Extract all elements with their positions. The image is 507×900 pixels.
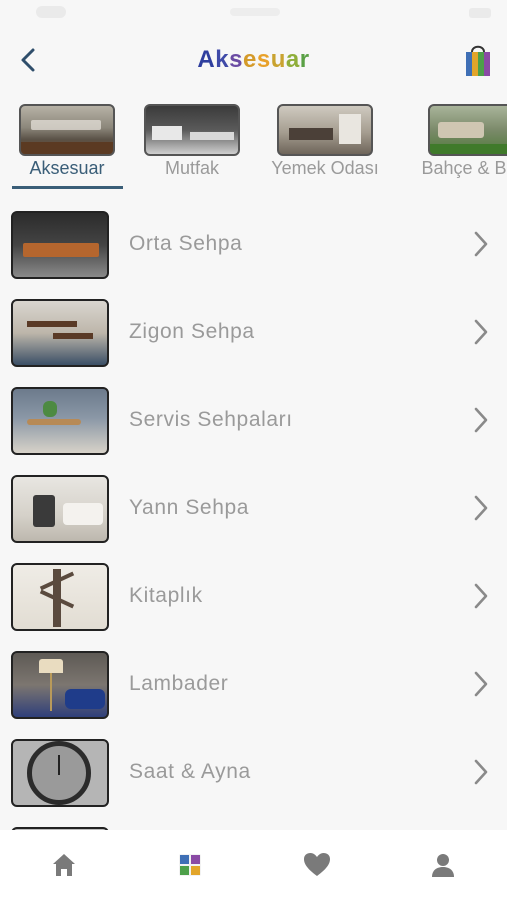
page-title: Aksesuar [0, 46, 507, 74]
battery-icon [469, 8, 491, 18]
home-icon [53, 854, 75, 876]
chevron-right-icon [474, 671, 488, 697]
list-item-servis-sehpalari[interactable]: Servis Sehpaları [0, 376, 507, 464]
profile-icon [432, 854, 454, 877]
categories-grid-icon [179, 854, 201, 876]
list-item-zigon-sehpa[interactable]: Zigon Sehpa [0, 288, 507, 376]
tab-yemek-odasi[interactable]: Yemek Odası [258, 100, 392, 179]
subcategory-list: Orta Sehpa Zigon Sehpa Servis Sehpaları … [0, 200, 507, 830]
cart-button[interactable] [463, 42, 493, 78]
category-thumbnail [428, 104, 507, 156]
chevron-right-icon [474, 583, 488, 609]
list-item-saat-ayna[interactable]: Saat & Ayna [0, 728, 507, 816]
item-label: Kitaplık [129, 584, 203, 607]
chevron-right-icon [474, 231, 488, 257]
status-center [230, 8, 280, 16]
category-thumbnail [144, 104, 240, 156]
chevron-right-icon [474, 495, 488, 521]
item-label: Servis Sehpaları [129, 408, 293, 431]
title-letter: s [229, 46, 243, 73]
tab-categories[interactable] [175, 850, 205, 880]
tab-label: Yemek Odası [271, 158, 379, 178]
tab-label: Mutfak [164, 158, 220, 178]
title-letter: s [256, 46, 271, 73]
tab-favorites[interactable] [302, 850, 332, 880]
heart-icon [304, 853, 330, 876]
list-item-lambader[interactable]: Lambader [0, 640, 507, 728]
category-thumbnail [19, 104, 115, 156]
tab-label: Aksesuar [29, 158, 105, 178]
item-thumbnail [11, 651, 109, 719]
category-thumbnail [277, 104, 373, 156]
item-thumbnail [11, 563, 109, 631]
bottom-tab-bar [0, 830, 507, 900]
list-item-kitaplik[interactable]: Kitaplık [0, 552, 507, 640]
item-thumbnail [11, 387, 109, 455]
category-tabs: Aksesuar Mutfak Yemek Odası Bahçe & Ba [0, 100, 507, 192]
title-letter: A [197, 46, 216, 73]
tab-profile[interactable] [428, 850, 458, 880]
tab-aksesuar[interactable]: Aksesuar [14, 100, 120, 179]
chevron-right-icon [474, 407, 488, 433]
tab-mutfak[interactable]: Mutfak [140, 100, 244, 179]
tab-label: Bahçe & Ba [421, 158, 507, 178]
item-label: Saat & Ayna [129, 760, 251, 783]
status-time [36, 6, 66, 18]
list-item-yann-sehpa[interactable]: Yann Sehpa [0, 464, 507, 552]
list-item-orta-sehpa[interactable]: Orta Sehpa [0, 200, 507, 288]
chevron-right-icon [474, 759, 488, 785]
item-thumbnail [11, 739, 109, 807]
title-letter: e [242, 46, 257, 73]
item-label: Zigon Sehpa [129, 320, 255, 343]
title-letter: a [285, 46, 300, 73]
title-letter: r [299, 46, 310, 73]
tab-bahce[interactable]: Bahçe & Ba [404, 100, 507, 179]
item-thumbnail [11, 211, 109, 279]
title-letter: k [215, 46, 230, 73]
item-thumbnail [11, 299, 109, 367]
title-letter: u [270, 46, 286, 73]
tab-home[interactable] [49, 850, 79, 880]
shopping-bag-icon [466, 45, 490, 76]
nav-header: Aksesuar [0, 36, 507, 86]
active-tab-indicator [12, 186, 123, 189]
list-item-partial[interactable] [0, 816, 507, 830]
item-label: Yann Sehpa [129, 496, 250, 519]
chevron-right-icon [474, 319, 488, 345]
item-thumbnail [11, 475, 109, 543]
status-bar [0, 0, 507, 30]
item-label: Orta Sehpa [129, 232, 243, 255]
item-label: Lambader [129, 672, 229, 695]
